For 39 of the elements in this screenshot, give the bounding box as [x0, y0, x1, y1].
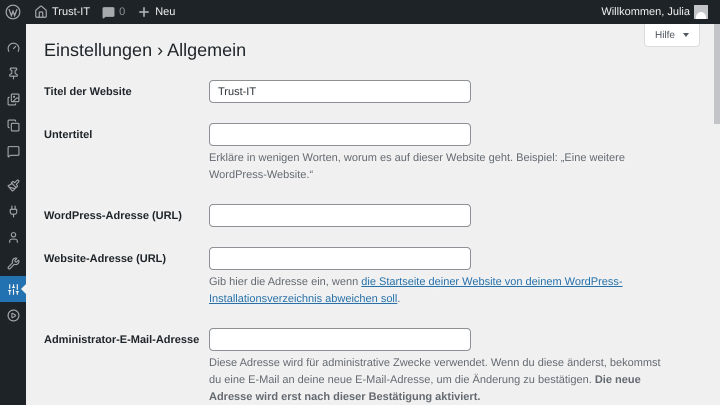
field-label: WordPress-Adresse (URL)	[44, 209, 183, 224]
pages-icon	[6, 118, 20, 132]
field-description: Gib hier die Adresse ein, wenn die Startseite deiner Website von deinem WordPress- Installationsverzeichnis abweichen soll.	[209, 275, 624, 307]
home-icon[interactable]	[34, 5, 48, 19]
text-field[interactable]: Trust-IT	[209, 80, 471, 103]
new-link[interactable]: Neu	[155, 4, 176, 20]
link[interactable]: Installationsverzeichnis abweichen soll	[209, 293, 398, 305]
site-name-link[interactable]: Trust-IT	[52, 4, 90, 20]
scrollbar[interactable]	[714, 24, 720, 124]
caret-icon	[683, 33, 689, 37]
brush-icon	[6, 178, 20, 192]
speech-bubble-icon	[6, 144, 20, 158]
user-icon	[6, 230, 20, 244]
plus-icon[interactable]	[137, 5, 152, 19]
wrench-icon	[6, 256, 20, 270]
sidebar-item[interactable]	[0, 276, 26, 302]
comment-icon[interactable]	[102, 6, 116, 18]
text-field[interactable]	[209, 247, 471, 270]
sliders-icon	[6, 282, 20, 296]
help-button[interactable]: Hilfe	[644, 24, 700, 47]
play-icon	[6, 308, 20, 322]
field-label: Website-Adresse (URL)	[44, 252, 168, 267]
page-title: Einstellungen › Allgemein	[44, 39, 248, 62]
field-label: Titel der Website	[44, 85, 133, 100]
gauge-icon	[6, 40, 20, 54]
field-description: Erkläre in wenigen Worten, worum es auf dieser Website geht. Beispiel: „Eine weitere WordPress-Website.“	[209, 151, 626, 183]
text-field[interactable]	[209, 328, 471, 351]
link[interactable]: die Startseite deiner Website von deinem WordPress-	[361, 276, 623, 288]
field-label: Administrator-E-Mail-Adresse	[44, 333, 200, 348]
field-label: Untertitel	[44, 128, 94, 143]
comment-count[interactable]: 0	[119, 4, 126, 20]
wordpress-logo-icon[interactable]	[5, 4, 21, 20]
text-field[interactable]	[209, 123, 471, 146]
images-icon	[6, 92, 20, 106]
plug-icon	[6, 204, 20, 218]
pin-icon	[6, 66, 20, 80]
greeting-link[interactable]: Willkommen, Julia	[601, 4, 690, 20]
text-field[interactable]	[209, 204, 471, 227]
field-description: Diese Adresse wird für administrative Zwecke verwendet. Wenn du diese änderst, bekommst du eine E-Mail an deine neue E-Mail-Adresse, um die Änderung zu bestätigen. Die neue Adresse wird erst nach dieser Bestätigung aktiviert.	[209, 356, 662, 405]
